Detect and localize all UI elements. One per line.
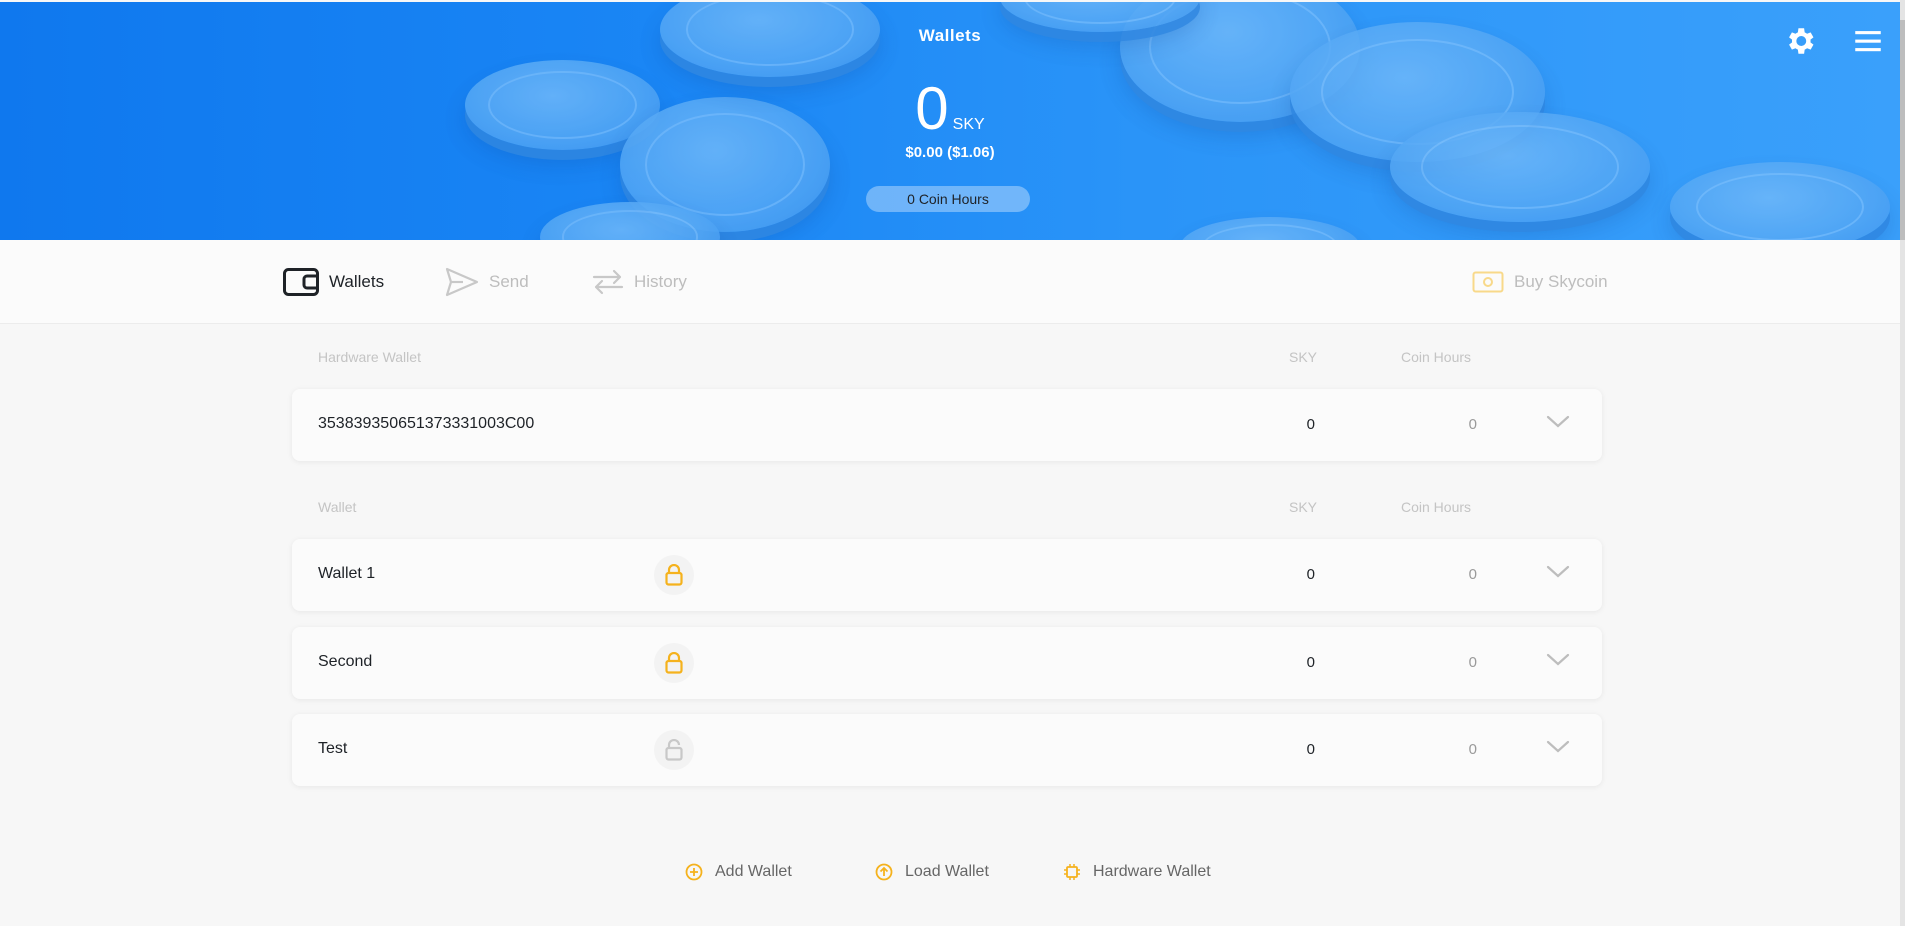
lock-open-icon — [665, 739, 683, 761]
balance-display: 0 SKY — [0, 76, 1900, 142]
chevron-down-icon[interactable] — [1546, 563, 1570, 581]
wallet-row[interactable]: Second 0 0 — [292, 627, 1602, 699]
tab-label: Send — [489, 272, 529, 291]
tab-history[interactable]: History — [592, 265, 687, 299]
coin-hours-column-header: Coin Hours — [1401, 349, 1472, 365]
balance-unit: SKY — [952, 116, 985, 133]
chevron-down-icon[interactable] — [1546, 738, 1570, 756]
tab-label: History — [634, 272, 687, 291]
upload-circle-icon — [875, 863, 893, 881]
hamburger-menu-icon — [1855, 31, 1881, 52]
hardware-wallet-label: Hardware Wallet — [1093, 863, 1211, 880]
wallets-header: Wallets 0 SKY $0.00 ($1.06) 0 Coin Hours — [0, 2, 1900, 240]
main-navigation: Wallets Send History Buy Skycoin — [0, 240, 1900, 324]
tab-wallets[interactable]: Wallets — [283, 265, 384, 299]
chevron-down-icon[interactable] — [1546, 651, 1570, 669]
sky-column-header: SKY — [1289, 349, 1318, 365]
scrollbar-thumb[interactable] — [1900, 20, 1905, 240]
transfer-arrows-icon — [592, 269, 624, 295]
send-icon — [445, 267, 479, 297]
wallet-coin-hours: 0 — [1468, 741, 1477, 758]
load-wallet-button[interactable]: Load Wallet — [875, 863, 989, 881]
encryption-toggle[interactable] — [654, 730, 694, 770]
wallet-column-header: Wallet — [318, 499, 357, 515]
wallet-name: Second — [318, 653, 373, 670]
settings-button[interactable] — [1783, 24, 1817, 58]
wallet-icon — [283, 268, 319, 296]
wallet-row[interactable]: Wallet 1 0 0 — [292, 539, 1602, 611]
add-circle-icon — [685, 863, 703, 881]
cash-icon — [1472, 271, 1504, 293]
encryption-toggle[interactable] — [654, 555, 694, 595]
buy-skycoin-label: Buy Skycoin — [1514, 272, 1608, 291]
wallet-sky-balance: 0 — [1306, 566, 1315, 583]
wallet-sky-balance: 0 — [1306, 654, 1315, 671]
lock-closed-icon — [665, 564, 683, 586]
wallet-coin-hours: 0 — [1468, 654, 1477, 671]
wallet-sky-balance: 0 — [1306, 416, 1315, 433]
coin-hours-column-header: Coin Hours — [1401, 499, 1472, 515]
page-title: Wallets — [918, 26, 982, 45]
wallet-sky-balance: 0 — [1306, 741, 1315, 758]
chip-icon — [1064, 864, 1080, 880]
sky-column-header: SKY — [1289, 499, 1318, 515]
scrollbar[interactable] — [1900, 0, 1905, 926]
add-wallet-button[interactable]: Add Wallet — [685, 863, 792, 881]
wallet-name: Test — [318, 740, 348, 757]
chevron-down-icon[interactable] — [1546, 413, 1570, 431]
coin-hours-badge: 0 Coin Hours — [866, 186, 1030, 212]
coin-graphic — [1180, 217, 1360, 240]
wallet-name: Wallet 1 — [318, 565, 376, 582]
buy-skycoin-button[interactable]: Buy Skycoin — [1472, 265, 1608, 299]
menu-button[interactable] — [1851, 24, 1885, 58]
encryption-toggle[interactable] — [654, 643, 694, 683]
add-wallet-label: Add Wallet — [715, 863, 792, 880]
tab-send[interactable]: Send — [445, 265, 529, 299]
load-wallet-label: Load Wallet — [905, 863, 989, 880]
wallet-name: 353839350651373331003C00 — [318, 415, 535, 432]
hardware-wallet-column-header: Hardware Wallet — [318, 349, 421, 365]
fiat-balance: $0.00 ($1.06) — [905, 144, 995, 161]
wallet-coin-hours: 0 — [1468, 566, 1477, 583]
wallet-row[interactable]: Test 0 0 — [292, 714, 1602, 786]
wallet-coin-hours: 0 — [1468, 416, 1477, 433]
balance-amount: 0 — [915, 75, 949, 142]
gear-icon — [1789, 28, 1814, 54]
hardware-wallet-row[interactable]: 353839350651373331003C00 0 0 — [292, 389, 1602, 461]
hardware-wallet-button[interactable]: Hardware Wallet — [1063, 863, 1211, 881]
coin-graphic — [1670, 162, 1890, 240]
tab-label: Wallets — [329, 272, 385, 291]
lock-closed-icon — [665, 652, 683, 674]
